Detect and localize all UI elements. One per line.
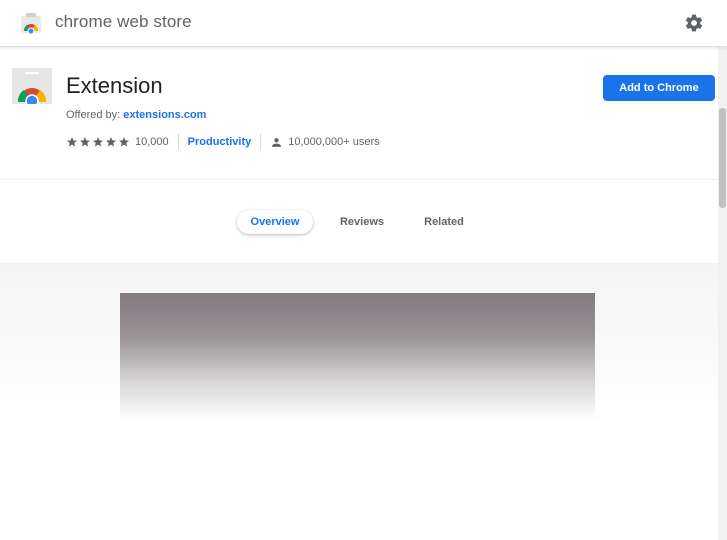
offered-by: Offered by: extensions.com [66, 109, 206, 121]
detail-tabs: Overview Reviews Related [0, 207, 718, 237]
user-count: 10,000,000+ users [288, 136, 380, 148]
star-icon [119, 137, 129, 147]
vertical-scrollbar[interactable] [718, 46, 727, 540]
tab-overview[interactable]: Overview [237, 210, 313, 234]
meta-divider [177, 134, 179, 150]
star-icon [80, 137, 90, 147]
rating-stars[interactable] [66, 136, 131, 148]
offered-by-label: Offered by: [66, 109, 121, 121]
extension-title: Extension [66, 73, 163, 98]
gear-icon[interactable] [684, 13, 704, 33]
section-divider [0, 179, 718, 180]
extension-screenshot[interactable] [120, 293, 595, 420]
extension-meta: 10,000 Productivity 10,000,000+ users [66, 133, 380, 151]
extension-icon [12, 68, 52, 104]
user-icon [272, 137, 282, 147]
tab-related[interactable]: Related [418, 210, 470, 234]
scrollbar-thumb[interactable] [719, 108, 726, 208]
meta-divider [260, 134, 262, 150]
top-header: chrome web store [0, 0, 727, 47]
star-icon [67, 137, 77, 147]
star-icon [93, 137, 103, 147]
rating-count[interactable]: 10,000 [135, 136, 169, 148]
offered-by-link[interactable]: extensions.com [123, 109, 206, 121]
star-icon [106, 137, 116, 147]
chrome-web-store-logo[interactable] [20, 12, 42, 34]
tab-reviews[interactable]: Reviews [336, 210, 388, 234]
category-link[interactable]: Productivity [188, 136, 252, 148]
add-to-chrome-button[interactable]: Add to Chrome [603, 75, 715, 101]
store-name[interactable]: chrome web store [55, 12, 192, 32]
